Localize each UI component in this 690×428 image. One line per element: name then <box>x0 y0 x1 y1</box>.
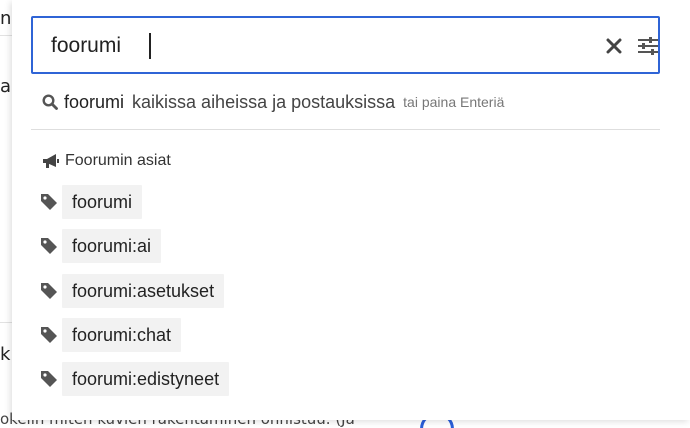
search-menu-panel: foorumi kaikissa aiheissa ja postauksiss… <box>12 0 690 420</box>
divider <box>31 129 660 130</box>
search-input[interactable] <box>51 32 571 60</box>
tag-suggestion-list: foorumi foorumi:ai foorumi:asetukset foo… <box>40 184 230 405</box>
category-group-heading: Foorumin asiat <box>42 151 171 171</box>
tag-suggestion[interactable]: foorumi:ai <box>40 228 229 264</box>
suggestion-scope-text: kaikissa aiheissa ja postauksissa <box>132 91 396 112</box>
search-all-suggestion[interactable]: foorumi kaikissa aiheissa ja postauksiss… <box>42 90 504 114</box>
tag-icon <box>40 326 62 344</box>
megaphone-icon <box>43 154 59 168</box>
tag-suggestion[interactable]: foorumi:asetukset <box>40 273 229 309</box>
text-caret <box>149 33 151 59</box>
category-group-label: Foorumin asiat <box>65 152 171 169</box>
search-icon <box>42 94 58 110</box>
advanced-search-button[interactable] <box>635 32 661 60</box>
background-text-fragment: a <box>0 76 12 97</box>
tag-suggestion[interactable]: foorumi:edistyneet <box>40 361 230 397</box>
tag-icon <box>40 193 62 211</box>
tag-label: foorumi:ai <box>62 229 162 264</box>
tag-label: foorumi:edistyneet <box>62 362 230 396</box>
background-divider <box>0 322 12 323</box>
tag-label: foorumi <box>62 185 143 219</box>
search-box <box>31 16 660 74</box>
suggestion-term: foorumi <box>64 91 125 112</box>
tag-icon <box>40 237 62 255</box>
tag-label: foorumi:chat <box>62 317 182 352</box>
background-text-fragment: k <box>0 344 11 365</box>
tag-label: foorumi:asetukset <box>62 273 225 308</box>
tag-icon <box>40 370 62 388</box>
tag-suggestion[interactable]: foorumi:chat <box>40 317 229 353</box>
sliders-icon <box>638 37 658 55</box>
clear-search-button[interactable] <box>601 32 627 60</box>
tag-suggestion[interactable]: foorumi <box>40 184 229 220</box>
close-icon <box>606 38 622 54</box>
suggestion-enter-hint: tai paina Enteriä <box>403 94 505 110</box>
tag-icon <box>40 282 62 300</box>
